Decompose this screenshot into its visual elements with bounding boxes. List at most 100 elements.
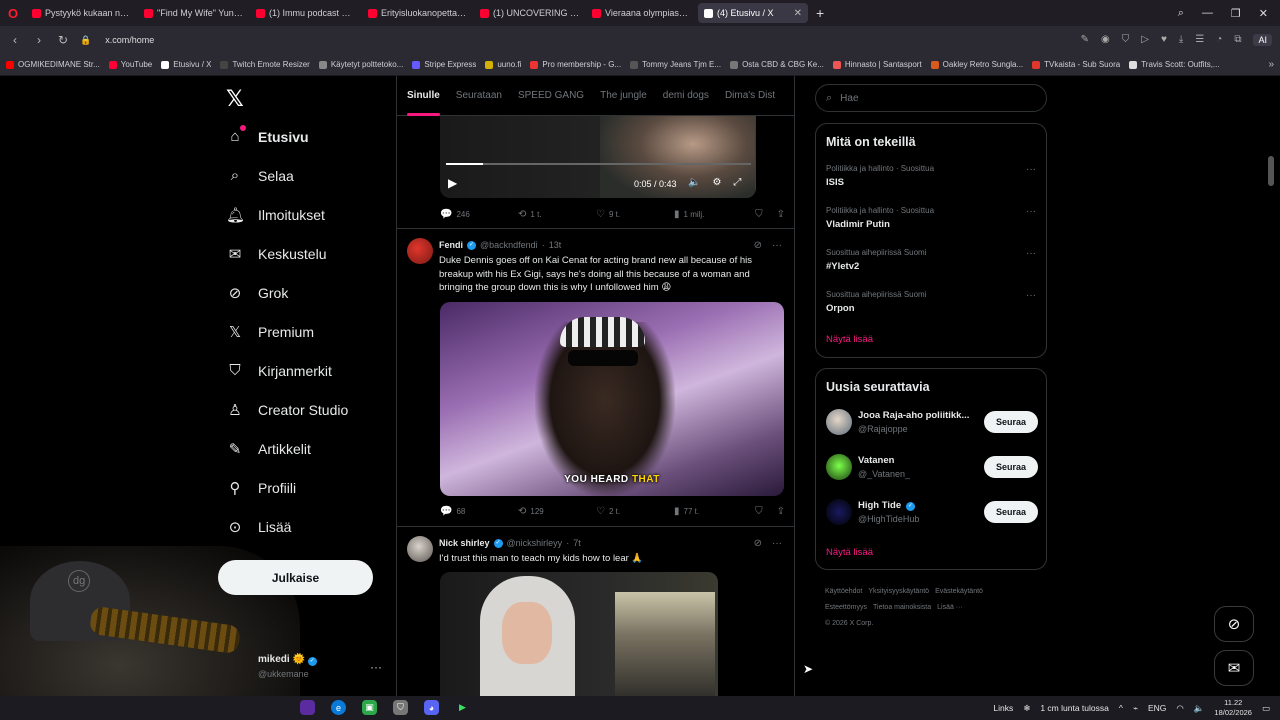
messages-button[interactable]: ✉ (1214, 650, 1254, 686)
bookmark[interactable]: Travis Scott: Outfits,... (1129, 60, 1220, 69)
nav-item-selaa[interactable]: ⌕ Selaa (226, 167, 294, 184)
forward-icon[interactable]: › (32, 33, 46, 47)
views-button[interactable]: ▮ 1 milj. (674, 209, 752, 220)
menu-icon[interactable]: ☰ (1195, 34, 1204, 46)
search-input[interactable] (840, 92, 1021, 104)
views-button[interactable]: ▮ 77 t. (674, 506, 752, 517)
nav-item-artikkelit[interactable]: ✎ Artikkelit (226, 440, 311, 458)
fullscreen-icon[interactable]: ⤢ (733, 177, 741, 188)
opera-logo-icon[interactable]: O (0, 6, 26, 21)
feed-tab[interactable]: demi dogs (663, 76, 709, 116)
bookmark[interactable]: Twitch Emote Resizer (220, 60, 310, 69)
ai-button[interactable]: AI (1253, 34, 1272, 46)
heart-icon[interactable]: ♥ (1161, 34, 1167, 46)
app-icon[interactable] (300, 700, 315, 715)
footer-link[interactable]: Lisää ··· (937, 604, 963, 611)
bookmark[interactable]: Tommy Jeans Tjm E... (630, 60, 721, 69)
new-tab-button[interactable]: + (808, 5, 832, 21)
nav-item-ilmoitukset[interactable]: 🔔︎ Ilmoitukset (226, 206, 325, 224)
nav-item-etusivu[interactable]: ⌂ Etusivu (226, 125, 309, 145)
repost-button[interactable]: ⟲ 1 t. (518, 209, 596, 220)
avatar[interactable] (826, 409, 852, 435)
camera-icon[interactable]: ◉ (1101, 34, 1110, 46)
settings-icon[interactable]: ⚙ (712, 177, 721, 188)
trend-more-icon[interactable]: ··· (1026, 290, 1036, 301)
share-icon[interactable]: ⇪ (777, 209, 785, 220)
trending-show-more[interactable]: Näytä lisää (826, 334, 873, 345)
download-icon[interactable]: ⤓ (1179, 34, 1183, 46)
more-icon[interactable]: ··· (772, 538, 782, 549)
play-icon[interactable]: ▷ (1141, 34, 1149, 46)
like-button[interactable]: ♡ 2 t. (596, 506, 674, 517)
follow-button[interactable]: Seuraa (984, 456, 1038, 478)
extension-icon[interactable]: ⧉ (1234, 34, 1241, 46)
reply-button[interactable]: 💬 68 (440, 506, 518, 517)
account-more-icon[interactable]: ··· (370, 660, 382, 674)
wifi-icon[interactable]: ◠ (1176, 703, 1183, 714)
app-icon[interactable]: ▣ (362, 700, 377, 715)
reload-icon[interactable]: ↻ (56, 33, 70, 47)
account-switcher[interactable]: mikedi 🌞 ✓ @ukkemane (258, 654, 317, 679)
language-indicator[interactable]: ENG (1148, 703, 1166, 713)
post-button[interactable]: Julkaise (218, 560, 373, 595)
browser-tab[interactable]: Erityisluokanopettajan ark (362, 3, 474, 23)
volume-icon[interactable]: 🔈 (688, 177, 700, 188)
author-handle[interactable]: @backndfendi (480, 240, 538, 250)
bookmark[interactable]: TVkaista - Sub Suora (1032, 60, 1120, 69)
play-icon[interactable]: ▶ (448, 176, 457, 190)
feed-tab[interactable]: Seurataan (456, 76, 502, 116)
tweet-video[interactable]: YOU HEARD THAT (440, 302, 784, 496)
bookmark[interactable]: Hinnasto | Santasport (832, 60, 922, 69)
nav-item-kirjanmerkit[interactable]: ⛉ Kirjanmerkit (226, 362, 332, 379)
bookmark[interactable]: Etusivu / X (161, 60, 211, 69)
scrollbar-thumb[interactable] (1268, 156, 1274, 186)
follow-button[interactable]: Seuraa (984, 501, 1038, 523)
browser-tab[interactable]: (1) Immu podcast Podim (250, 3, 362, 23)
footer-link[interactable]: Käyttöehdot (825, 588, 862, 595)
tweet-time[interactable]: 13t (549, 240, 562, 250)
reply-button[interactable]: 💬 246 (440, 209, 518, 220)
browser-tab[interactable]: Pystyykö kukaan nostama (26, 3, 138, 23)
share-icon[interactable]: ⇪ (777, 506, 785, 517)
follow-button[interactable]: Seuraa (984, 411, 1038, 433)
nav-item-lisää[interactable]: ⊙ Lisää (226, 518, 292, 536)
bookmark-icon[interactable]: ⛉ (755, 506, 763, 517)
bookmark[interactable]: Pro membership - G... (530, 60, 621, 69)
trend-item[interactable]: Suosittua aihepiirissä Suomi #Yletv2 ··· (826, 248, 1038, 272)
author-handle[interactable]: @nickshirleyy (507, 538, 563, 548)
browser-tab[interactable]: (4) Etusivu / X ✕ (698, 3, 808, 23)
browser-tab[interactable]: (1) UNCOVERING DARK E (474, 3, 586, 23)
bookmark[interactable]: Osta CBD & CBG Ke... (730, 60, 824, 69)
bookmark[interactable]: OGMIKEDIMANE Str... (6, 60, 100, 69)
close-tab-icon[interactable]: ✕ (794, 8, 802, 19)
footer-link[interactable]: Evästekäytäntö (935, 588, 983, 595)
x-logo-icon[interactable]: 𝕏 (226, 86, 244, 112)
url-field[interactable]: x.com/home (105, 35, 154, 45)
bookmark[interactable]: uuno.fi (485, 60, 521, 69)
avatar[interactable] (826, 454, 852, 480)
trend-more-icon[interactable]: ··· (1026, 164, 1036, 175)
profile-icon[interactable]: ◔ (1216, 34, 1222, 46)
footer-link[interactable]: Esteettömyys (825, 604, 867, 611)
tweet-time[interactable]: 7t (573, 538, 581, 548)
grok-icon[interactable]: ⊘ (754, 240, 762, 251)
repost-button[interactable]: ⟲ 129 (518, 506, 596, 517)
like-button[interactable]: ♡ 9 t. (596, 209, 674, 220)
nav-item-creator-studio[interactable]: ♙ Creator Studio (226, 401, 348, 419)
footer-link[interactable]: Yksityisyyskäytäntö (868, 588, 929, 595)
trend-more-icon[interactable]: ··· (1026, 248, 1036, 259)
video-player[interactable]: ▶ 0:05 / 0:43 🔈 ⚙ ⤢ (440, 116, 756, 198)
browser-tab[interactable]: "Find My Wife" Yuno Mila (138, 3, 250, 23)
feed-tab[interactable]: Dima's Dist (725, 76, 775, 116)
tray-chevron-icon[interactable]: ^ (1119, 703, 1123, 713)
back-icon[interactable]: ‹ (8, 33, 22, 47)
grok-icon[interactable]: ⊘ (754, 538, 762, 549)
trend-item[interactable]: Politiikka ja hallinto · Suosittua Vladim… (826, 206, 1038, 230)
volume-icon[interactable]: 🔈 (1194, 703, 1205, 714)
page-scrollbar[interactable] (1268, 76, 1274, 696)
nav-item-profiili[interactable]: ⚲ Profiili (226, 479, 297, 497)
nav-item-premium[interactable]: 𝕏 Premium (226, 323, 314, 341)
lock-icon[interactable]: 🔒 (80, 35, 91, 46)
follow-suggestion[interactable]: High Tide @HighTideHub Seuraa ✓ (826, 499, 1038, 529)
bookmark[interactable]: YouTube (108, 60, 152, 69)
